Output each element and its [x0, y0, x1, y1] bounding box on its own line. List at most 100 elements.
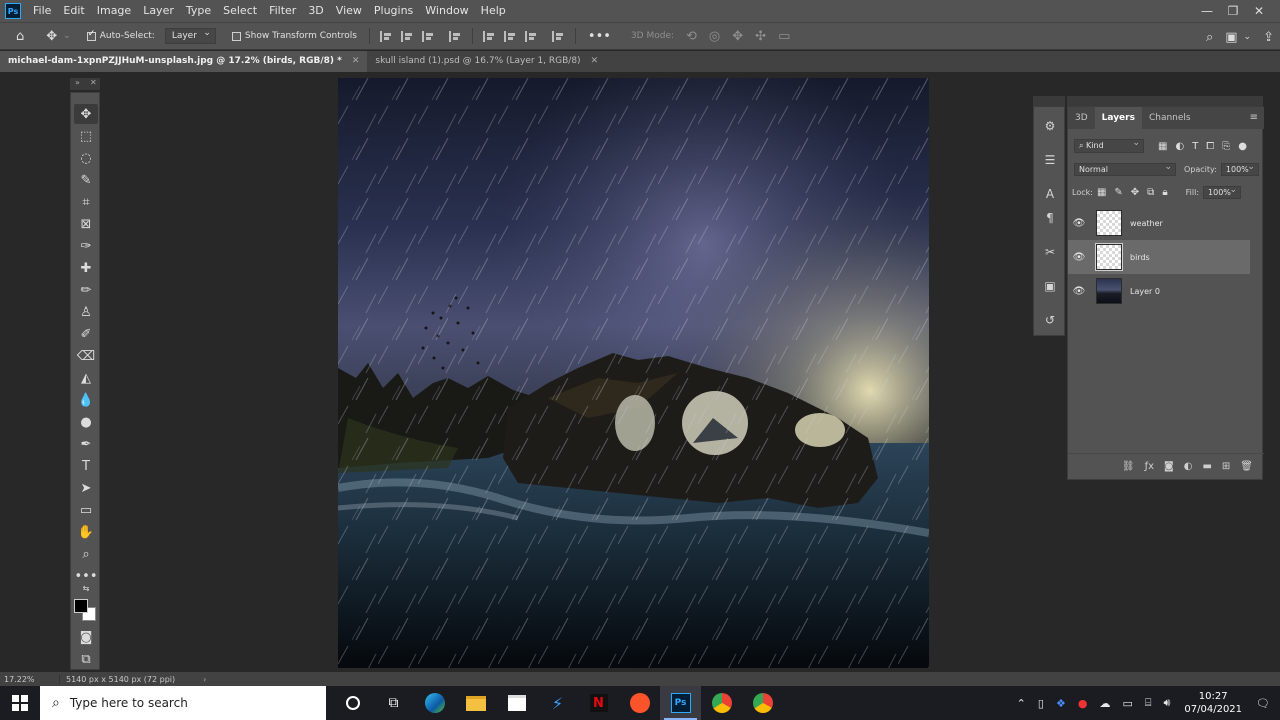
add-mask-icon[interactable]: ◙: [1164, 461, 1174, 472]
visibility-eye-icon[interactable]: 👁: [1068, 286, 1090, 297]
search-icon[interactable]: ⌕: [1206, 30, 1213, 45]
store-icon[interactable]: [496, 686, 537, 720]
menu-edit[interactable]: Edit: [57, 0, 90, 22]
fill-input[interactable]: 100%: [1203, 185, 1242, 199]
document-canvas[interactable]: [338, 78, 929, 668]
more-options-button[interactable]: •••: [588, 29, 611, 44]
taskbar-search[interactable]: ⌕ Type here to search: [40, 686, 326, 720]
opacity-input[interactable]: 100%: [1220, 162, 1259, 176]
filter-adjustment-icon[interactable]: ◐: [1175, 141, 1184, 152]
pen-tool-icon[interactable]: ✒: [74, 434, 98, 454]
strip-header[interactable]: [1033, 96, 1065, 106]
tray-onedrive-icon[interactable]: ☁: [1099, 697, 1110, 710]
restore-icon[interactable]: ❐: [1220, 4, 1246, 18]
notifications-icon[interactable]: 🗨︎: [1256, 697, 1270, 710]
gradient-tool-icon[interactable]: ◭: [74, 368, 98, 388]
start-button[interactable]: [0, 686, 40, 720]
align-bottom-icon[interactable]: [524, 30, 538, 42]
frame-tool-icon[interactable]: ⊠: [74, 214, 98, 234]
cortana-icon[interactable]: [332, 686, 373, 720]
toolbar-header[interactable]: » ✕: [70, 78, 100, 90]
marquee-tool-icon[interactable]: ⬚: [74, 126, 98, 146]
filter-smart-object-icon[interactable]: ⎘: [1222, 141, 1230, 152]
photoshop-logo-icon[interactable]: Ps: [5, 3, 21, 19]
clone-stamp-tool-icon[interactable]: ♙: [74, 302, 98, 322]
share-icon[interactable]: ⇪: [1263, 30, 1274, 45]
netflix-icon[interactable]: N: [578, 686, 619, 720]
crop-tool-icon[interactable]: ⌗: [74, 192, 98, 212]
history-brush-tool-icon[interactable]: ✐: [74, 324, 98, 344]
close-tab-icon[interactable]: ✕: [591, 51, 599, 72]
layer-row-weather[interactable]: 👁 weather: [1068, 206, 1250, 240]
lock-transparent-icon[interactable]: ▦: [1097, 187, 1106, 198]
tray-device-icon[interactable]: ▯: [1038, 697, 1044, 710]
lasso-tool-icon[interactable]: ◌: [74, 148, 98, 168]
filter-toggle-icon[interactable]: ●: [1238, 141, 1247, 152]
tab-skull-island[interactable]: skull island (1).psd @ 16.7% (Layer 1, R…: [367, 51, 606, 72]
menu-type[interactable]: Type: [180, 0, 217, 22]
auto-select-target-dropdown[interactable]: Layer: [164, 28, 216, 44]
workspace-icon[interactable]: ▣: [1225, 30, 1237, 45]
panel-menu-icon[interactable]: ≡: [1250, 112, 1258, 123]
type-tool-icon[interactable]: T: [74, 456, 98, 476]
close-icon[interactable]: ✕: [90, 78, 97, 87]
dodge-tool-icon[interactable]: ●: [74, 412, 98, 432]
tools-presets-icon[interactable]: ✂: [1041, 243, 1059, 261]
chrome-icon[interactable]: [742, 686, 783, 720]
edge-icon[interactable]: [414, 686, 455, 720]
photoshop-taskbar-icon[interactable]: Ps: [660, 686, 701, 720]
lock-all-icon[interactable]: 🔒︎: [1162, 187, 1167, 198]
swap-colors-icon[interactable]: ⇆: [74, 582, 98, 594]
tab-channels[interactable]: Channels: [1142, 107, 1198, 129]
healing-brush-tool-icon[interactable]: ✚: [74, 258, 98, 278]
layers-panel-header[interactable]: [1067, 96, 1263, 106]
align-left-icon[interactable]: [379, 30, 393, 42]
align-top-icon[interactable]: [482, 30, 496, 42]
layer-row-layer-0[interactable]: 👁 Layer 0: [1068, 274, 1250, 308]
eraser-tool-icon[interactable]: ⌫: [74, 346, 98, 366]
properties-icon[interactable]: ▣: [1041, 277, 1059, 295]
align-middle-icon[interactable]: [503, 30, 517, 42]
home-icon[interactable]: ⌂: [16, 29, 24, 44]
tray-battery-icon[interactable]: ▭: [1122, 697, 1132, 710]
tab-3d[interactable]: 3D: [1068, 107, 1095, 129]
lock-image-icon[interactable]: ✎: [1114, 187, 1122, 198]
tray-network-icon[interactable]: ⌸: [1145, 696, 1152, 710]
visibility-eye-icon[interactable]: 👁: [1068, 218, 1090, 229]
close-tab-icon[interactable]: ✕: [352, 51, 360, 72]
menu-layer[interactable]: Layer: [137, 0, 180, 22]
blend-mode-dropdown[interactable]: Normal: [1074, 162, 1176, 176]
workspace-chevron-icon[interactable]: ⌄: [1244, 32, 1252, 42]
tab-layers[interactable]: Layers: [1094, 107, 1142, 129]
foreground-color-swatch[interactable]: [74, 599, 88, 613]
menu-filter[interactable]: Filter: [263, 0, 302, 22]
zoom-tool-icon[interactable]: ⌕: [74, 544, 98, 564]
new-fill-adjustment-icon[interactable]: ◐: [1184, 461, 1193, 472]
history-icon[interactable]: ↺: [1041, 311, 1059, 329]
filter-pixel-icon[interactable]: ▦: [1158, 141, 1167, 152]
hand-tool-icon[interactable]: ✋: [74, 522, 98, 542]
quick-select-tool-icon[interactable]: ✎: [74, 170, 98, 190]
delete-layer-icon[interactable]: 🗑︎: [1240, 461, 1253, 472]
lock-position-icon[interactable]: ✥: [1131, 187, 1139, 198]
menu-plugins[interactable]: Plugins: [368, 0, 419, 22]
tray-chevron-up-icon[interactable]: ⌃: [1017, 697, 1026, 710]
menu-image[interactable]: Image: [91, 0, 137, 22]
menu-view[interactable]: View: [330, 0, 368, 22]
new-layer-icon[interactable]: ⊞: [1222, 461, 1230, 472]
task-view-icon[interactable]: ⧉: [373, 686, 414, 720]
menu-window[interactable]: Window: [419, 0, 474, 22]
close-icon[interactable]: ✕: [1246, 4, 1272, 18]
tool-preset-chevron-icon[interactable]: ⌄: [63, 31, 71, 41]
lock-artboard-icon[interactable]: ⧉: [1147, 187, 1154, 198]
distribute-vertical-icon[interactable]: [448, 30, 462, 42]
bolt-app-icon[interactable]: ⚡: [537, 686, 578, 720]
filter-kind-dropdown[interactable]: ⌕ Kind: [1074, 138, 1144, 153]
auto-select-checkbox[interactable]: Auto-Select:: [86, 29, 155, 41]
menu-help[interactable]: Help: [475, 0, 512, 22]
new-group-icon[interactable]: ▬: [1202, 461, 1211, 472]
character-icon[interactable]: A: [1041, 185, 1059, 203]
link-layers-icon[interactable]: ⛓: [1122, 461, 1135, 472]
screen-mode-icon[interactable]: ⧉: [74, 649, 98, 669]
taskbar-clock[interactable]: 10:27 07/04/2021: [1184, 690, 1242, 716]
